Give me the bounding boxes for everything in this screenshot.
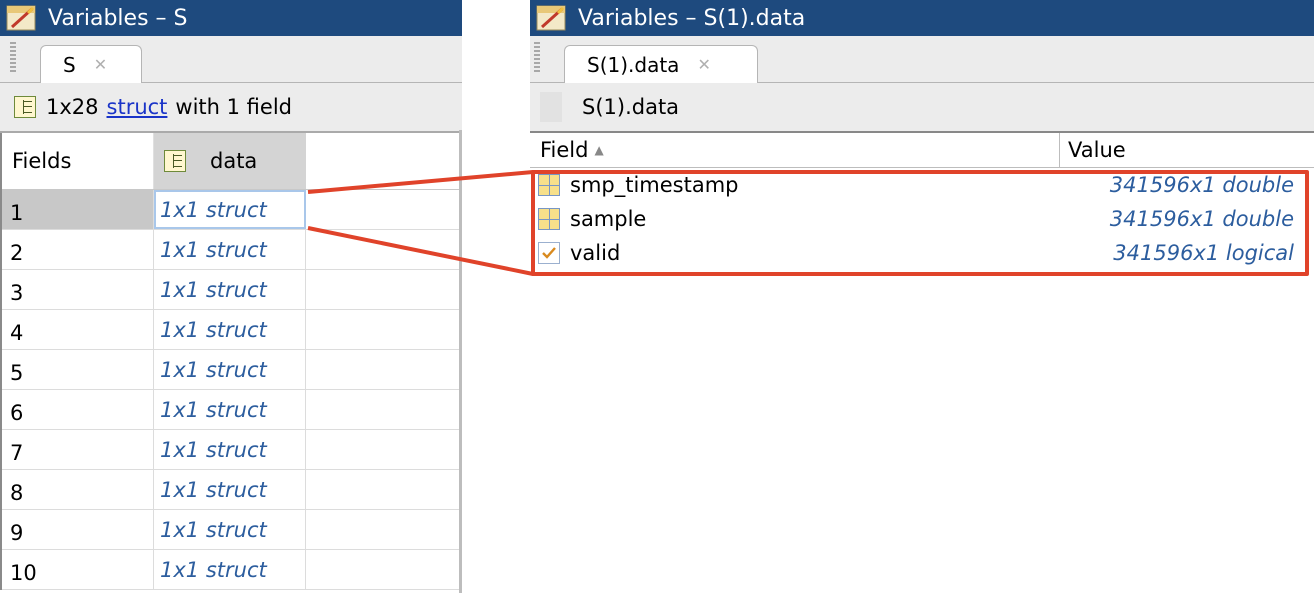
variable-info: S(1).data: [530, 83, 1314, 131]
field-value[interactable]: 341596x1 double: [1060, 207, 1314, 231]
row-index: 4: [0, 310, 154, 349]
row-index: 2: [0, 230, 154, 269]
table-row[interactable]: 7 1x1 struct: [0, 430, 462, 470]
variable-editor-icon: [536, 5, 568, 31]
grid-left-edge: [0, 133, 2, 590]
tab-strip: S ✕: [0, 36, 462, 83]
table-row[interactable]: 10 1x1 struct: [0, 550, 462, 590]
sort-ascending-icon: ▲: [594, 143, 604, 157]
close-icon[interactable]: ✕: [94, 55, 107, 74]
empty-cell[interactable]: [306, 310, 462, 349]
row-index: 6: [0, 390, 154, 429]
field-name: sample: [570, 207, 647, 231]
struct-field-table: Field ▲ Value smp_timestamp 341596x1 dou…: [530, 131, 1314, 270]
struct-icon: [14, 96, 36, 118]
matrix-icon: [538, 208, 560, 230]
tab-label: S(1).data: [587, 52, 680, 77]
value-column-header[interactable]: Value: [1060, 133, 1314, 167]
row-index: 1: [0, 190, 154, 229]
struct-icon: [164, 150, 186, 172]
tab-s[interactable]: S ✕: [40, 45, 142, 83]
row-index: 5: [0, 350, 154, 389]
variable-editor-icon: [6, 5, 38, 31]
row-index: 3: [0, 270, 154, 309]
table-header: Field ▲ Value: [530, 133, 1314, 168]
struct-cell[interactable]: 1x1 struct: [154, 230, 306, 269]
struct-cell[interactable]: 1x1 struct: [154, 550, 306, 589]
table-row[interactable]: 5 1x1 struct: [0, 350, 462, 390]
table-row[interactable]: 9 1x1 struct: [0, 510, 462, 550]
variable-size: 1x28: [46, 95, 99, 119]
fields-header: Fields: [0, 133, 154, 189]
empty-cell[interactable]: [306, 470, 462, 509]
tab-label: S: [63, 52, 76, 77]
field-name: valid: [570, 241, 621, 265]
panel-scroll-edge[interactable]: [459, 130, 462, 593]
table-row[interactable]: 2 1x1 struct: [0, 230, 462, 270]
window-title: Variables – S: [48, 5, 188, 31]
variable-info: 1x28 struct with 1 field: [0, 83, 462, 131]
window-title: Variables – S(1).data: [578, 5, 806, 31]
table-row[interactable]: 6 1x1 struct: [0, 390, 462, 430]
struct-link[interactable]: struct: [107, 95, 168, 119]
title-bar[interactable]: Variables – S: [0, 0, 462, 36]
field-count: with 1 field: [175, 95, 292, 119]
field-value[interactable]: 341596x1 double: [1060, 173, 1314, 197]
empty-cell[interactable]: [306, 390, 462, 429]
empty-header-cell: [306, 133, 462, 189]
data-column-header[interactable]: data: [154, 133, 306, 189]
empty-cell[interactable]: [306, 510, 462, 549]
struct-cell[interactable]: 1x1 struct: [154, 510, 306, 549]
struct-cell[interactable]: 1x1 struct: [154, 270, 306, 309]
grid-header: Fields data: [0, 133, 462, 190]
data-column-label: data: [210, 149, 258, 173]
table-row[interactable]: valid 341596x1 logical: [530, 236, 1314, 270]
struct-cell[interactable]: 1x1 struct: [154, 430, 306, 469]
table-row[interactable]: 3 1x1 struct: [0, 270, 462, 310]
table-row[interactable]: smp_timestamp 341596x1 double: [530, 168, 1314, 202]
table-row[interactable]: 1 1x1 struct: [0, 190, 462, 230]
variables-panel-s: Variables – S S ✕ 1x28 struct with 1 fie…: [0, 0, 462, 593]
row-index: 7: [0, 430, 154, 469]
row-index: 9: [0, 510, 154, 549]
empty-cell[interactable]: [306, 230, 462, 269]
breadcrumb: S(1).data: [582, 95, 680, 119]
empty-cell[interactable]: [306, 270, 462, 309]
table-row[interactable]: 4 1x1 struct: [0, 310, 462, 350]
struct-cell[interactable]: 1x1 struct: [154, 390, 306, 429]
row-index: 10: [0, 550, 154, 589]
tab-strip: S(1).data ✕: [530, 36, 1314, 83]
table-row[interactable]: 8 1x1 struct: [0, 470, 462, 510]
struct-cell[interactable]: 1x1 struct: [154, 350, 306, 389]
field-name: smp_timestamp: [570, 173, 739, 197]
struct-cell[interactable]: 1x1 struct: [154, 190, 306, 229]
empty-cell[interactable]: [306, 350, 462, 389]
field-column-header[interactable]: Field ▲: [530, 133, 1060, 167]
tab-s1-data[interactable]: S(1).data ✕: [564, 45, 758, 83]
field-value[interactable]: 341596x1 logical: [1060, 241, 1314, 265]
variables-panel-s1-data: Variables – S(1).data S(1).data ✕ S(1).d…: [530, 0, 1314, 285]
drag-grip[interactable]: [10, 42, 16, 72]
field-header-label: Field: [540, 138, 589, 162]
empty-cell[interactable]: [306, 430, 462, 469]
close-icon[interactable]: ✕: [697, 55, 710, 74]
empty-cell[interactable]: [306, 550, 462, 589]
table-row[interactable]: sample 341596x1 double: [530, 202, 1314, 236]
matrix-icon: [538, 174, 560, 196]
struct-array-grid: Fields data 1 1x1 struct 2 1x1 struct 3 …: [0, 131, 462, 590]
row-index: 8: [0, 470, 154, 509]
struct-cell[interactable]: 1x1 struct: [154, 470, 306, 509]
struct-cell[interactable]: 1x1 struct: [154, 310, 306, 349]
logical-check-icon: [538, 242, 560, 264]
empty-cell[interactable]: [306, 190, 462, 229]
title-bar[interactable]: Variables – S(1).data: [530, 0, 1314, 36]
variable-type-icon: [540, 92, 562, 122]
drag-grip[interactable]: [534, 42, 540, 72]
